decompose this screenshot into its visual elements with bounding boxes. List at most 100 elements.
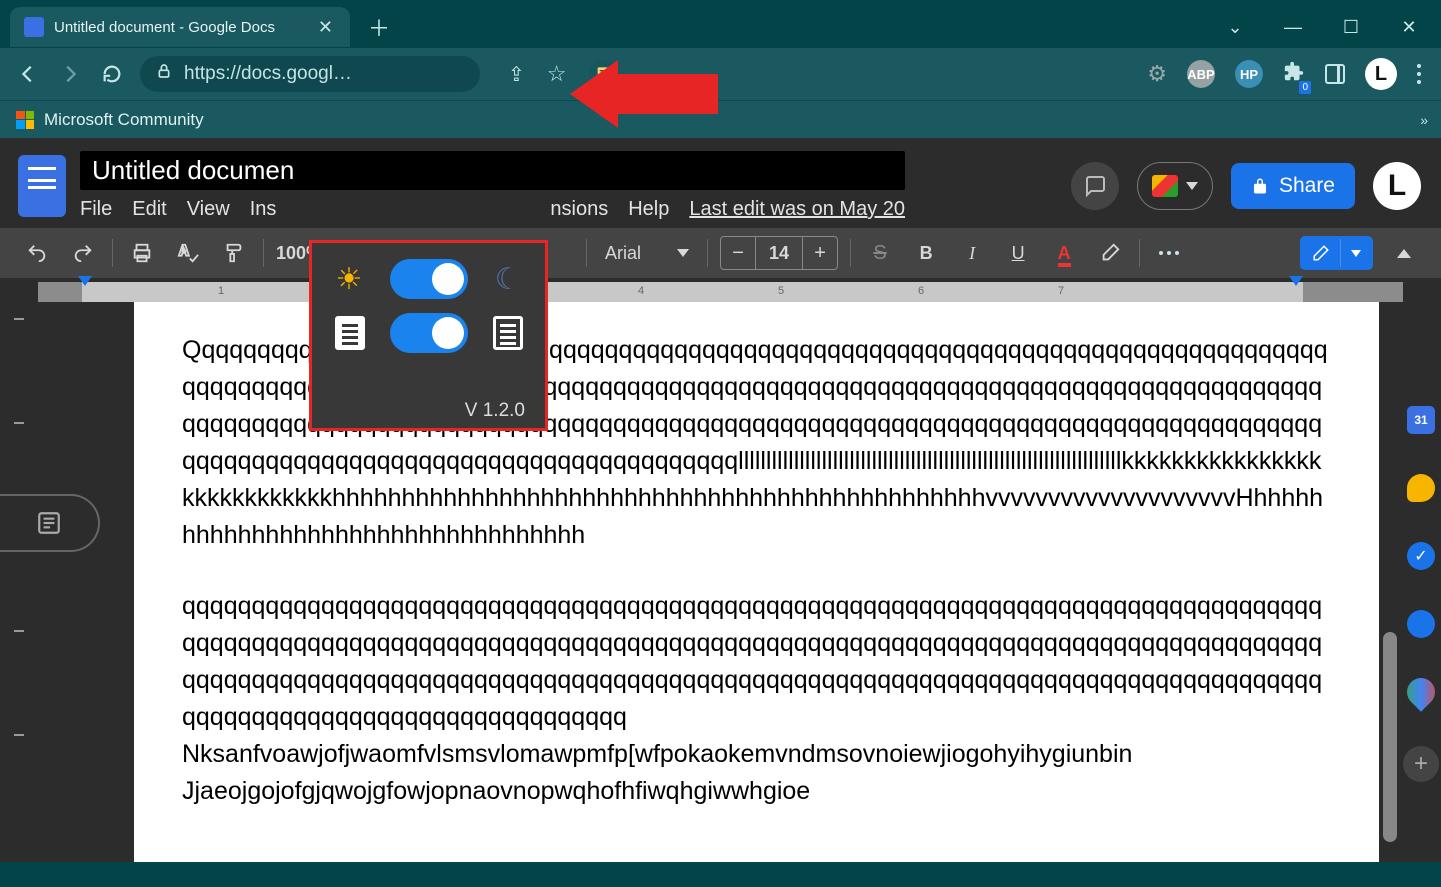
highlight-color-button[interactable] [1093, 236, 1127, 270]
redo-button[interactable] [66, 236, 100, 270]
document-title-input[interactable]: Untitled documen [80, 151, 905, 190]
menu-file[interactable]: File [80, 198, 112, 221]
bookmarks-bar: Microsoft Community » [0, 100, 1441, 138]
browser-address-bar: https://docs.googl… ⇪ ☆ ⚙ ABP HP 0 L [0, 48, 1441, 100]
docs-account-avatar[interactable]: L [1373, 162, 1421, 210]
tasks-icon[interactable] [1407, 542, 1435, 570]
chevron-down-icon [677, 249, 689, 257]
search-tabs-button[interactable]: ⌄ [1223, 17, 1247, 38]
bold-button[interactable]: B [909, 236, 943, 270]
paint-format-button[interactable] [217, 236, 251, 270]
page-light-icon [335, 316, 365, 350]
bookmark-ms-community[interactable]: Microsoft Community [44, 110, 204, 130]
comments-history-button[interactable] [1071, 162, 1119, 210]
meet-icon [1152, 175, 1178, 197]
maximize-button[interactable]: ☐ [1339, 17, 1363, 38]
ruler-tick: 7 [1058, 285, 1064, 297]
undo-button[interactable] [20, 236, 54, 270]
ruler-tick: 1 [218, 285, 224, 297]
extension-hp-icon[interactable]: HP [1235, 60, 1263, 88]
share-button[interactable]: Share [1231, 163, 1355, 209]
last-edit-link[interactable]: Last edit was on May 20 [689, 198, 905, 221]
google-side-panel: + [1401, 376, 1441, 782]
italic-button[interactable]: I [955, 236, 989, 270]
font-size-value[interactable]: 14 [755, 237, 803, 269]
browser-tab-active[interactable]: Untitled document - Google Docs ✕ [10, 7, 350, 47]
browser-titlebar: Untitled document - Google Docs ✕ ＋ ⌄ — … [0, 0, 1441, 48]
bookmarks-overflow-button[interactable]: » [1420, 112, 1425, 128]
editing-mode-button[interactable] [1300, 236, 1373, 270]
docs-logo-icon[interactable] [18, 155, 66, 217]
menu-extensions-cut[interactable]: nsions [550, 198, 608, 221]
nav-forward-button[interactable] [56, 60, 84, 88]
menu-edit[interactable]: Edit [132, 198, 166, 221]
annotation-arrow [570, 60, 718, 128]
toolbar-more-button[interactable] [1152, 236, 1186, 270]
dark-mode-toggle[interactable] [390, 259, 468, 299]
share-label: Share [1279, 174, 1335, 198]
extension-version-label: V 1.2.0 [322, 400, 535, 422]
right-margin-marker[interactable] [1289, 276, 1303, 286]
docs-toolbar: 100% Arial − 14 + S B I U A [0, 228, 1441, 278]
extensions-menu-icon[interactable]: 0 [1283, 61, 1305, 88]
extension-gear-icon[interactable]: ⚙ [1147, 61, 1167, 87]
toolbar-collapse-button[interactable] [1387, 236, 1421, 270]
menu-insert-cut[interactable]: Ins [250, 198, 277, 221]
window-controls: ⌄ — ☐ ✕ [1223, 17, 1441, 38]
font-size-decrease[interactable]: − [721, 237, 755, 269]
meet-button[interactable] [1137, 162, 1213, 210]
vertical-ruler[interactable] [0, 302, 38, 862]
minimize-button[interactable]: — [1281, 17, 1305, 38]
extension-abp-icon[interactable]: ABP [1187, 60, 1215, 88]
browser-profile-avatar[interactable]: L [1365, 58, 1397, 90]
share-page-icon[interactable]: ⇪ [508, 62, 525, 87]
chevron-down-icon [1186, 182, 1198, 190]
paragraph: qqqqqqqqqqqqqqqqqqqqqqqqqqqqqqqqqqqqqqqq… [182, 588, 1331, 810]
underline-button[interactable]: U [1001, 236, 1035, 270]
extension-popup: ☀ ☾ V 1.2.0 [309, 240, 548, 431]
horizontal-ruler[interactable]: 1 2 3 4 5 6 7 [38, 282, 1403, 302]
font-family-dropdown[interactable]: Arial [599, 243, 695, 264]
bookmark-star-icon[interactable]: ☆ [547, 61, 567, 87]
google-docs-app: Untitled documen File Edit View Ins nsio… [0, 138, 1441, 862]
lock-icon [156, 62, 172, 86]
sun-icon: ☀ [336, 262, 363, 297]
page-invert-toggle[interactable] [390, 313, 468, 353]
tab-close-button[interactable]: ✕ [315, 17, 336, 38]
page-dark-icon [493, 316, 523, 350]
menu-help[interactable]: Help [628, 198, 669, 221]
url-bar[interactable]: https://docs.googl… [140, 56, 480, 92]
strikethrough-button[interactable]: S [863, 236, 897, 270]
show-outline-button[interactable] [0, 494, 100, 552]
ruler-tick: 6 [918, 285, 924, 297]
vertical-scrollbar-thumb[interactable] [1383, 632, 1397, 842]
docs-favicon [24, 17, 44, 37]
nav-reload-button[interactable] [98, 60, 126, 88]
font-name: Arial [605, 243, 641, 264]
document-canvas: Qqqqqqqqqqqqqqqqqqqqqqqqqqqqqqqqqqqqqqqq… [0, 302, 1441, 862]
side-panel-toggle[interactable] [1325, 64, 1345, 84]
browser-menu-button[interactable] [1417, 64, 1421, 84]
new-tab-button[interactable]: ＋ [358, 5, 400, 49]
contacts-icon[interactable] [1407, 610, 1435, 638]
indent-marker[interactable] [78, 276, 92, 286]
nav-back-button[interactable] [14, 60, 42, 88]
url-text: https://docs.googl… [184, 63, 352, 85]
maps-icon[interactable] [1401, 672, 1441, 712]
browser-right-controls: ⚙ ABP HP 0 L [1147, 58, 1427, 90]
tab-title: Untitled document - Google Docs [54, 19, 305, 36]
text-color-button[interactable]: A [1047, 236, 1081, 270]
side-panel-add-button[interactable]: + [1403, 746, 1439, 782]
menu-view[interactable]: View [187, 198, 230, 221]
docs-menu-bar: File Edit View Ins nsions Help Last edit… [80, 198, 905, 221]
spellcheck-button[interactable] [171, 236, 205, 270]
close-window-button[interactable]: ✕ [1397, 17, 1421, 38]
calendar-icon[interactable] [1407, 406, 1435, 434]
chevron-down-icon [1351, 250, 1361, 257]
keep-icon[interactable] [1407, 474, 1435, 502]
ruler-tick: 4 [638, 285, 644, 297]
docs-header: Untitled documen File Edit View Ins nsio… [0, 138, 1441, 228]
font-size-increase[interactable]: + [803, 237, 837, 269]
moon-icon: ☾ [495, 262, 522, 297]
print-button[interactable] [125, 236, 159, 270]
